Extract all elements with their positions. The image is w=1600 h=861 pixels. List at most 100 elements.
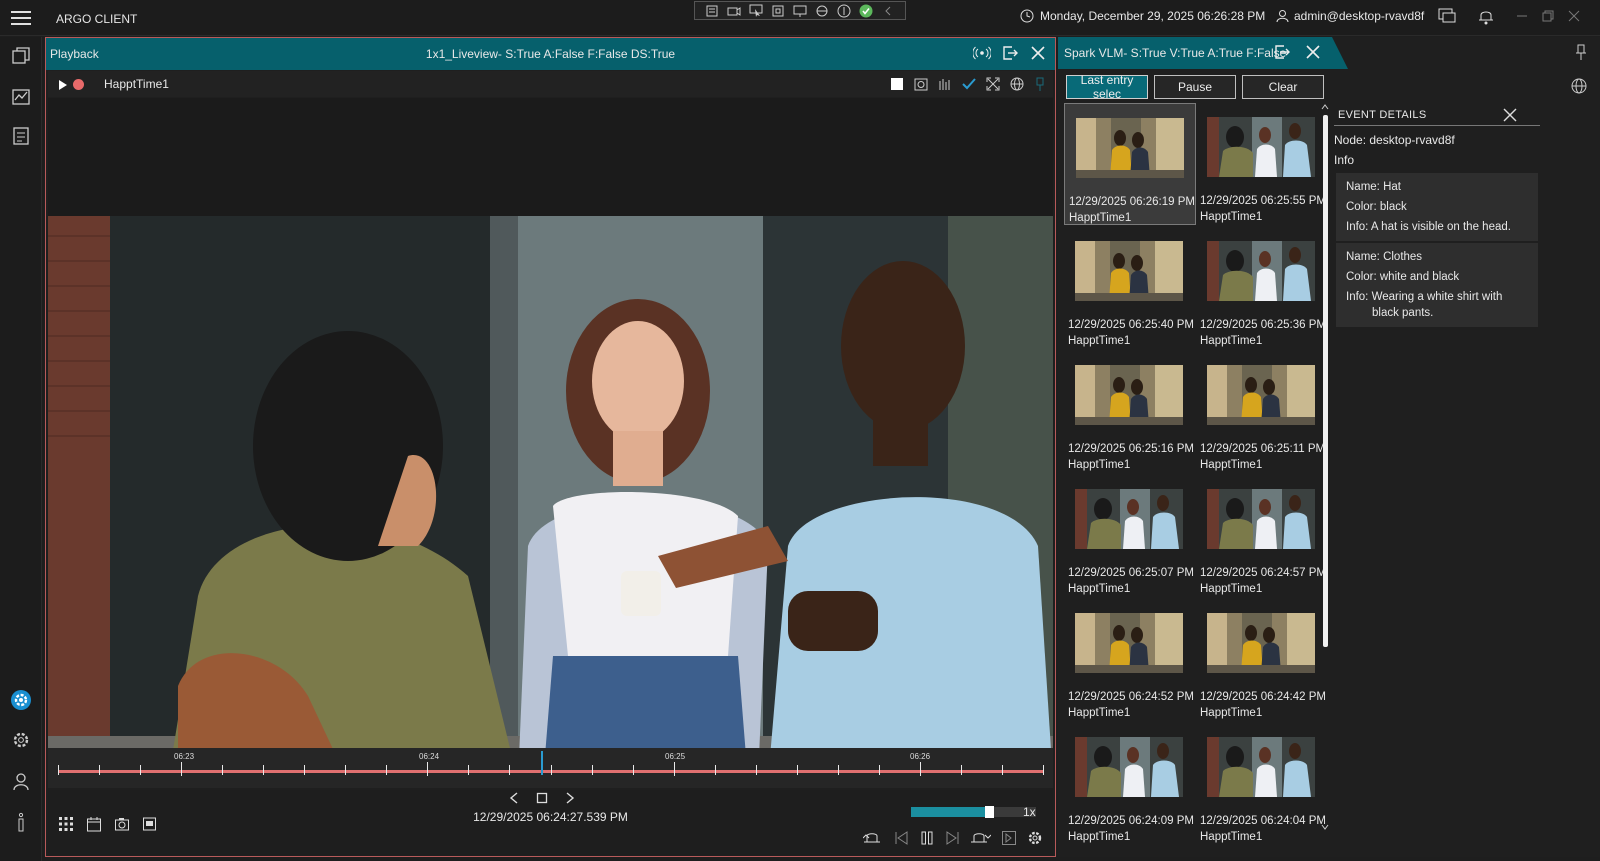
- skip-back-event-icon[interactable]: [863, 830, 883, 846]
- windows-icon[interactable]: [10, 45, 32, 67]
- step-back-icon[interactable]: [893, 830, 909, 846]
- spark-tab-label[interactable]: Spark VLM- S:True V:True A:True F:False: [1064, 46, 1286, 60]
- event-thumbnail[interactable]: 12/29/2025 06:25:16 PM HapptTime1: [1064, 351, 1196, 473]
- user-area[interactable]: admin@desktop-rvavd8f: [1276, 9, 1424, 23]
- collapse-icon[interactable]: [880, 4, 896, 18]
- spark-export-icon[interactable]: [1274, 43, 1290, 61]
- camera-name: HapptTime1: [104, 77, 169, 91]
- thumbnail-image[interactable]: [1075, 613, 1183, 673]
- thumbnail-scrollbar[interactable]: [1320, 103, 1330, 843]
- gear-icon[interactable]: [10, 729, 32, 751]
- clear-button[interactable]: Clear: [1242, 75, 1324, 99]
- event-thumbnail[interactable]: 12/29/2025 06:25:11 PM HapptTime1: [1196, 351, 1328, 473]
- snapshot-icon[interactable]: [913, 76, 929, 92]
- snapshot-camera-icon[interactable]: [114, 816, 130, 832]
- thumbnail-image[interactable]: [1075, 489, 1183, 549]
- accessibility-icon[interactable]: [836, 4, 852, 18]
- spark-close-icon[interactable]: [1304, 43, 1322, 61]
- event-thumbnail[interactable]: 12/29/2025 06:24:42 PM HapptTime1: [1196, 599, 1328, 721]
- event-thumbnail[interactable]: 12/29/2025 06:25:36 PM HapptTime1: [1196, 227, 1328, 349]
- playback-timeline[interactable]: 06:23 06:24 06:25 06:26: [48, 748, 1053, 788]
- stop-icon[interactable]: [536, 792, 548, 804]
- restore-icon[interactable]: [1542, 10, 1554, 22]
- event-thumbnail-list[interactable]: 12/29/2025 06:26:19 PM HapptTime1 12/29/20…: [1064, 103, 1330, 857]
- previous-frame-icon[interactable]: [508, 792, 520, 804]
- play-icon[interactable]: [58, 79, 68, 91]
- edit-layout-icon[interactable]: [704, 4, 720, 18]
- event-thumbnail[interactable]: 12/29/2025 06:24:04 PM HapptTime1: [1196, 723, 1328, 845]
- check-icon[interactable]: [961, 76, 977, 92]
- close-icon[interactable]: [1029, 44, 1047, 62]
- thumbnail-image[interactable]: [1075, 737, 1183, 797]
- cursor-icon[interactable]: [748, 4, 764, 18]
- thumbnail-camera: HapptTime1: [1068, 459, 1131, 471]
- scroll-down-icon[interactable]: [1320, 823, 1330, 831]
- frame-icon[interactable]: [770, 4, 786, 18]
- dock-pin-icon[interactable]: [1574, 43, 1588, 61]
- info-icon[interactable]: [10, 811, 32, 833]
- calendar-icon[interactable]: [86, 816, 102, 832]
- analytics-icon[interactable]: [10, 85, 32, 107]
- thumbnail-timestamp: 12/29/2025 06:24:52 PM: [1068, 691, 1194, 703]
- minimize-icon[interactable]: [1516, 10, 1528, 22]
- reports-icon[interactable]: [10, 125, 32, 147]
- thumbnail-image[interactable]: [1075, 241, 1183, 301]
- record-indicator-icon[interactable]: [73, 79, 84, 90]
- thumbnail-image[interactable]: [1207, 241, 1315, 301]
- speed-slider-knob[interactable]: [984, 806, 994, 818]
- thumbnail-image[interactable]: [1076, 118, 1184, 178]
- network-icon[interactable]: [814, 4, 830, 18]
- broadcast-icon[interactable]: [973, 45, 991, 61]
- thumbnail-image[interactable]: [1207, 365, 1315, 425]
- step-forward-icon[interactable]: [945, 830, 961, 846]
- event-thumbnail[interactable]: 12/29/2025 06:25:07 PM HapptTime1: [1064, 475, 1196, 597]
- camera-icon[interactable]: [726, 4, 742, 18]
- event-thumbnail[interactable]: 12/29/2025 06:24:09 PM HapptTime1: [1064, 723, 1196, 845]
- timeline-cursor[interactable]: [540, 751, 543, 775]
- hamburger-icon[interactable]: [10, 8, 32, 28]
- pin-icon[interactable]: [1033, 76, 1047, 92]
- event-thumbnail[interactable]: 12/29/2025 06:25:55 PM HapptTime1: [1196, 103, 1328, 225]
- pause-icon[interactable]: [919, 830, 935, 846]
- audio-levels-icon[interactable]: [937, 76, 953, 92]
- fullscreen-icon[interactable]: [985, 76, 1001, 92]
- grid-icon[interactable]: [58, 816, 74, 832]
- close-window-icon[interactable]: [1568, 10, 1580, 22]
- user-profile-icon[interactable]: [10, 771, 32, 793]
- event-thumbnail[interactable]: 12/29/2025 06:24:57 PM HapptTime1: [1196, 475, 1328, 597]
- speed-slider[interactable]: [911, 806, 1036, 818]
- chat-icon[interactable]: [1438, 7, 1456, 25]
- thumbnail-image[interactable]: [1207, 613, 1315, 673]
- jump-end-icon[interactable]: [1001, 830, 1017, 846]
- check-status-icon[interactable]: [858, 4, 874, 18]
- event-thumbnail[interactable]: 12/29/2025 06:26:19 PM HapptTime1: [1064, 103, 1196, 225]
- single-view-icon[interactable]: [889, 76, 905, 92]
- thumbnail-timestamp: 12/29/2025 06:25:07 PM: [1068, 567, 1194, 579]
- thumbnail-image[interactable]: [1207, 489, 1315, 549]
- thumbnail-camera: HapptTime1: [1069, 212, 1132, 224]
- event-thumbnail[interactable]: 12/29/2025 06:24:52 PM HapptTime1: [1064, 599, 1196, 721]
- thumbnail-image[interactable]: [1207, 117, 1315, 177]
- video-frame[interactable]: [48, 216, 1053, 781]
- skip-forward-event-icon[interactable]: [971, 830, 991, 846]
- export-icon[interactable]: [1001, 44, 1019, 62]
- export-clip-icon[interactable]: [142, 816, 158, 832]
- thumbnail-image[interactable]: [1207, 737, 1315, 797]
- last-entry-selected-button[interactable]: Last entry selec: [1066, 73, 1148, 101]
- language-globe-icon[interactable]: [1570, 77, 1588, 95]
- scroll-up-icon[interactable]: [1320, 103, 1330, 111]
- globe-icon[interactable]: [1009, 76, 1025, 92]
- playback-settings-icon[interactable]: [1027, 830, 1043, 846]
- pause-button[interactable]: Pause: [1154, 75, 1236, 99]
- bell-icon[interactable]: [1478, 7, 1494, 25]
- event-thumbnail[interactable]: 12/29/2025 06:25:40 PM HapptTime1: [1064, 227, 1196, 349]
- next-frame-icon[interactable]: [564, 792, 576, 804]
- scrollbar-thumb[interactable]: [1323, 115, 1328, 647]
- video-area[interactable]: [48, 98, 1053, 784]
- thumbnail-image[interactable]: [1075, 365, 1183, 425]
- settings-active-icon[interactable]: [10, 689, 32, 711]
- event-details-close-icon[interactable]: [1502, 107, 1518, 123]
- thumbnail-camera: HapptTime1: [1200, 707, 1263, 719]
- monitor-icon[interactable]: [792, 4, 808, 18]
- timeline-tick: [140, 765, 142, 775]
